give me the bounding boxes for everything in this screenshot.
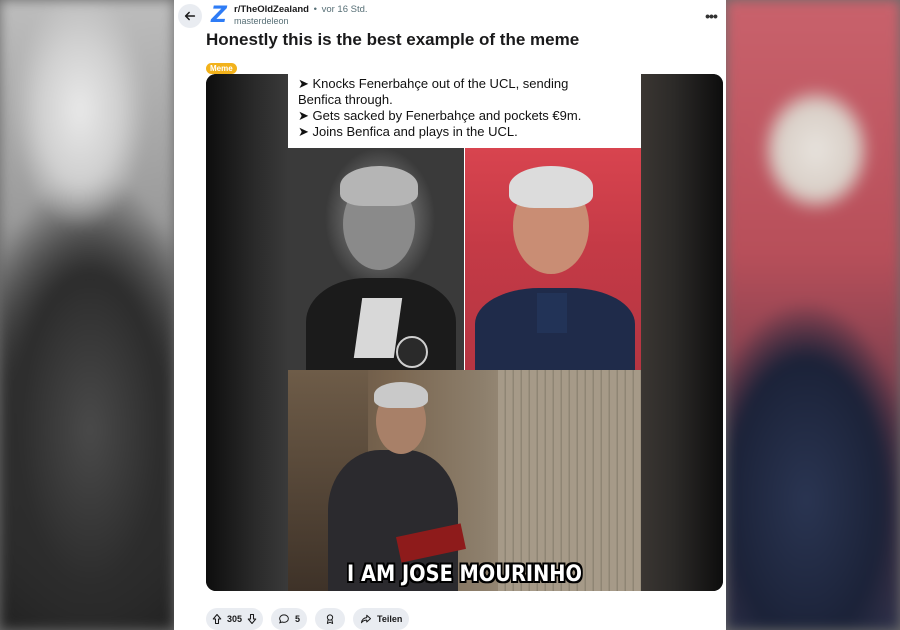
arrow-left-icon xyxy=(184,11,196,21)
share-label: Teilen xyxy=(377,614,403,624)
post-title[interactable]: Honestly this is the best example of the… xyxy=(206,30,706,50)
blurred-backdrop-right xyxy=(726,0,900,630)
speech-bubble-icon xyxy=(279,614,289,624)
subreddit-name[interactable]: r/TheOldZealand xyxy=(234,4,309,15)
back-button[interactable] xyxy=(178,4,202,28)
media-blur-left xyxy=(206,74,288,591)
comment-count: 5 xyxy=(295,614,301,624)
post-meta: r/TheOldZealand • vor 16 Std. xyxy=(234,4,368,16)
comments-button[interactable]: 5 xyxy=(271,608,308,630)
meme-line: Benfica through. xyxy=(298,92,393,107)
share-button[interactable]: Teilen xyxy=(353,608,410,630)
post-header: Z r/TheOldZealand • vor 16 Std. masterde… xyxy=(178,4,722,28)
arrow-up-icon xyxy=(212,613,222,625)
share-arrow-icon xyxy=(361,614,372,624)
meme-line: ➤ Gets sacked by Fenerbahçe and pockets … xyxy=(298,108,582,123)
post-card: Z r/TheOldZealand • vor 16 Std. masterde… xyxy=(174,0,726,630)
upvote-button[interactable] xyxy=(211,613,223,625)
meme-line: ➤ Knocks Fenerbahçe out of the UCL, send… xyxy=(298,76,569,91)
more-options-button[interactable]: ••• xyxy=(700,6,722,26)
post-flair[interactable]: Meme xyxy=(206,63,237,74)
downvote-button[interactable] xyxy=(246,613,258,625)
post-media[interactable]: ➤ Knocks Fenerbahçe out of the UCL, send… xyxy=(206,74,723,591)
photo-panel-color xyxy=(465,148,641,370)
meme-line: ➤ Joins Benfica and plays in the UCL. xyxy=(298,124,518,139)
post-time: vor 16 Std. xyxy=(321,4,368,15)
meta-separator: • xyxy=(313,4,317,15)
media-blur-right xyxy=(641,74,723,591)
award-button[interactable] xyxy=(315,608,346,630)
vote-count: 305 xyxy=(227,614,243,624)
photo-panel-bw xyxy=(288,148,464,370)
meme-caption: I AM JOSE MOURINHO xyxy=(347,562,582,587)
subreddit-logo: Z xyxy=(211,3,227,28)
meme-text: ➤ Knocks Fenerbahçe out of the UCL, send… xyxy=(298,76,638,140)
blurred-backdrop-left xyxy=(0,0,174,630)
award-icon xyxy=(326,614,334,624)
meme-image: ➤ Knocks Fenerbahçe out of the UCL, send… xyxy=(288,74,641,591)
post-author[interactable]: masterdeleon xyxy=(234,16,289,27)
vote-bar: 305 xyxy=(206,608,264,630)
subreddit-avatar[interactable]: Z xyxy=(208,5,230,27)
arrow-down-icon xyxy=(247,613,257,625)
more-dots-icon: ••• xyxy=(705,8,718,24)
post-actions: 305 5 Teilen xyxy=(206,608,410,630)
club-crest-icon xyxy=(396,336,428,368)
photo-panel-scene: I AM JOSE MOURINHO xyxy=(288,370,641,591)
